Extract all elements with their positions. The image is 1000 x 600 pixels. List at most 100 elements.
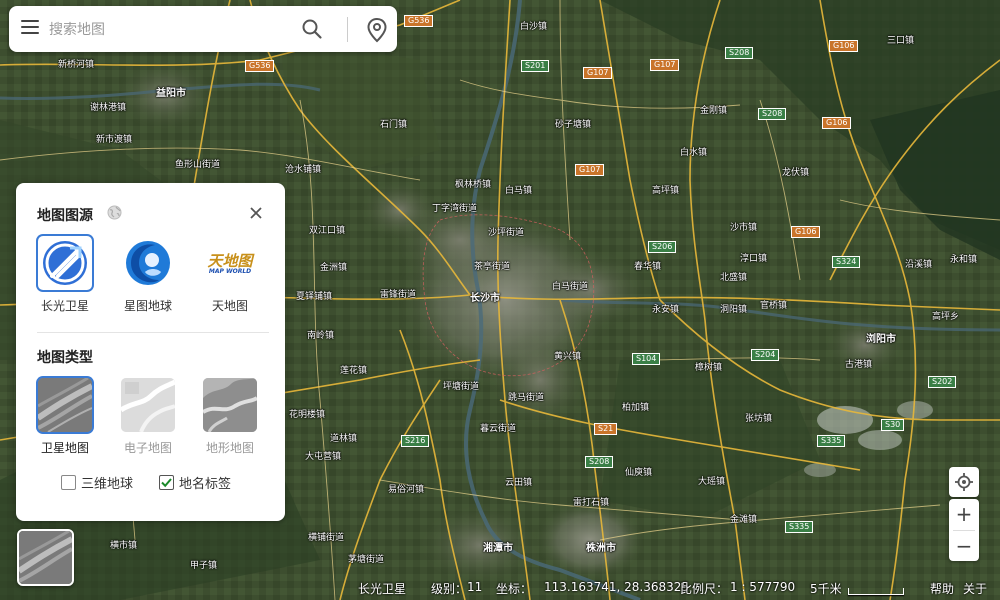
about-link[interactable]: 关于 [963, 580, 987, 597]
status-coords: 113.163741, 28.368325 [544, 580, 690, 594]
place-label: 浏阳市 [866, 334, 896, 345]
place-label: 丁字湾街道 [432, 204, 478, 214]
place-label: 官桥镇 [760, 301, 788, 311]
place-label: 高坪镇 [652, 186, 680, 196]
help-link[interactable]: 帮助 [930, 580, 954, 597]
type-label: 电子地图 [123, 441, 172, 455]
source-option-changguang[interactable]: 长光卫星 [35, 236, 95, 314]
checkmark-icon [161, 478, 172, 488]
place-label: 沙坪街道 [488, 228, 525, 238]
road-shield: S30 [881, 419, 905, 431]
road-shield: S208 [758, 108, 787, 120]
status-scale-label: 比例尺： [680, 582, 729, 596]
satellite-map-icon [38, 378, 92, 432]
checkbox-box[interactable] [61, 475, 76, 490]
search-icon[interactable] [301, 18, 323, 40]
place-label: 张坊镇 [745, 414, 773, 424]
location-pin-icon[interactable] [365, 17, 389, 43]
zoom-out-button[interactable]: − [949, 531, 979, 561]
place-label: 石门镇 [380, 120, 408, 130]
source-option-tianditu[interactable]: 天地图 MAP WORLD 天地图 [200, 236, 260, 314]
place-label: 三口镇 [887, 36, 915, 46]
status-coord-label: 坐标： [496, 582, 533, 596]
place-label: 砂子塘镇 [555, 120, 592, 130]
road-shield: G106 [829, 40, 859, 52]
place-label: 高坪乡 [932, 312, 960, 322]
road-shield: S104 [632, 353, 661, 365]
menu-icon[interactable] [21, 20, 39, 38]
panel-divider [37, 332, 269, 333]
tianditu-logo-icon: 天地图 MAP WORLD [203, 236, 257, 290]
terrain-map-icon [203, 378, 257, 432]
place-label: 莲花镇 [340, 366, 368, 376]
checkbox-box[interactable] [159, 475, 174, 490]
zoom-control: + − [949, 499, 979, 561]
place-label: 黄兴镇 [554, 352, 582, 362]
place-label: 古港镇 [845, 360, 873, 370]
place-label: 柏加镇 [622, 403, 650, 413]
place-label: 双江口镇 [309, 226, 346, 236]
type-label: 地形地图 [205, 441, 254, 455]
road-shield: G107 [575, 164, 605, 176]
place-label: 白水镇 [680, 148, 708, 158]
place-label: 樟树镇 [695, 363, 723, 373]
changguang-logo-icon [38, 236, 92, 290]
place-label: 夏铎铺镇 [296, 292, 333, 302]
place-label: 云田镇 [505, 478, 533, 488]
place-label: 跳马街道 [508, 393, 545, 403]
road-shield: S204 [751, 349, 780, 361]
place-label: 花明楼镇 [289, 410, 326, 420]
search-input[interactable] [47, 17, 291, 43]
place-label: 鱼形山街道 [175, 160, 221, 170]
road-shield: S208 [585, 456, 614, 468]
type-option-electronic[interactable]: 电子地图 [118, 378, 178, 456]
road-shield: S201 [521, 60, 550, 72]
source-option-xingtu[interactable]: 星图地球 [118, 236, 178, 314]
layer-panel: 地图图源 长光卫星 星图地球 天地图 MAP WORLD 天地图 地图类型 卫星… [16, 183, 285, 521]
place-label: 龙伏镇 [782, 168, 810, 178]
close-icon[interactable] [249, 205, 263, 219]
status-source: 长光卫星 [358, 582, 407, 596]
place-label: 沿溪镇 [905, 260, 933, 270]
electronic-map-icon [121, 378, 175, 432]
place-label: 道林镇 [330, 434, 358, 444]
place-label: 洞阳镇 [720, 305, 748, 315]
crosshair-icon [955, 473, 973, 491]
place-label: 谢林港镇 [90, 103, 127, 113]
place-label: 金滩镇 [730, 515, 758, 525]
road-shield: S324 [832, 256, 861, 268]
road-shield: S208 [725, 47, 754, 59]
road-shield: G107 [650, 59, 680, 71]
road-shield: G106 [791, 226, 821, 238]
place-label: 淳口镇 [740, 254, 768, 264]
place-label: 湘潭市 [483, 543, 513, 554]
zoom-in-button[interactable]: + [949, 499, 979, 529]
xingtu-logo-icon [121, 236, 175, 290]
place-label: 金洲镇 [320, 263, 348, 273]
place-label: 横市镇 [110, 541, 138, 551]
place-label: 雷打石镇 [573, 498, 610, 508]
road-shield: S216 [401, 435, 430, 447]
globe-icon[interactable] [107, 205, 122, 220]
type-option-terrain[interactable]: 地形地图 [200, 378, 260, 456]
place-label: 南岭镇 [307, 331, 335, 341]
road-shield: G536 [404, 15, 434, 27]
road-shield: G536 [245, 60, 275, 72]
place-label: 永和镇 [950, 255, 978, 265]
place-label: 益阳市 [156, 88, 186, 99]
locate-button[interactable] [949, 467, 979, 497]
checkbox-label: 三维地球 [81, 477, 134, 492]
place-label: 北盛镇 [720, 273, 748, 283]
scalebar [848, 588, 904, 595]
checkbox-label: 地名标签 [179, 477, 232, 492]
search-box [9, 6, 397, 52]
type-option-satellite[interactable]: 卫星地图 [35, 378, 95, 456]
scalebar-label: 5千米 [810, 582, 842, 596]
road-shield: S335 [817, 435, 846, 447]
place-label: 春华镇 [634, 262, 662, 272]
status-level-label: 级别： [431, 582, 468, 596]
source-title: 地图图源 [37, 208, 93, 224]
status-level: 11 [467, 580, 483, 594]
place-label: 沙市镇 [730, 223, 758, 233]
place-label: 永安镇 [652, 305, 680, 315]
